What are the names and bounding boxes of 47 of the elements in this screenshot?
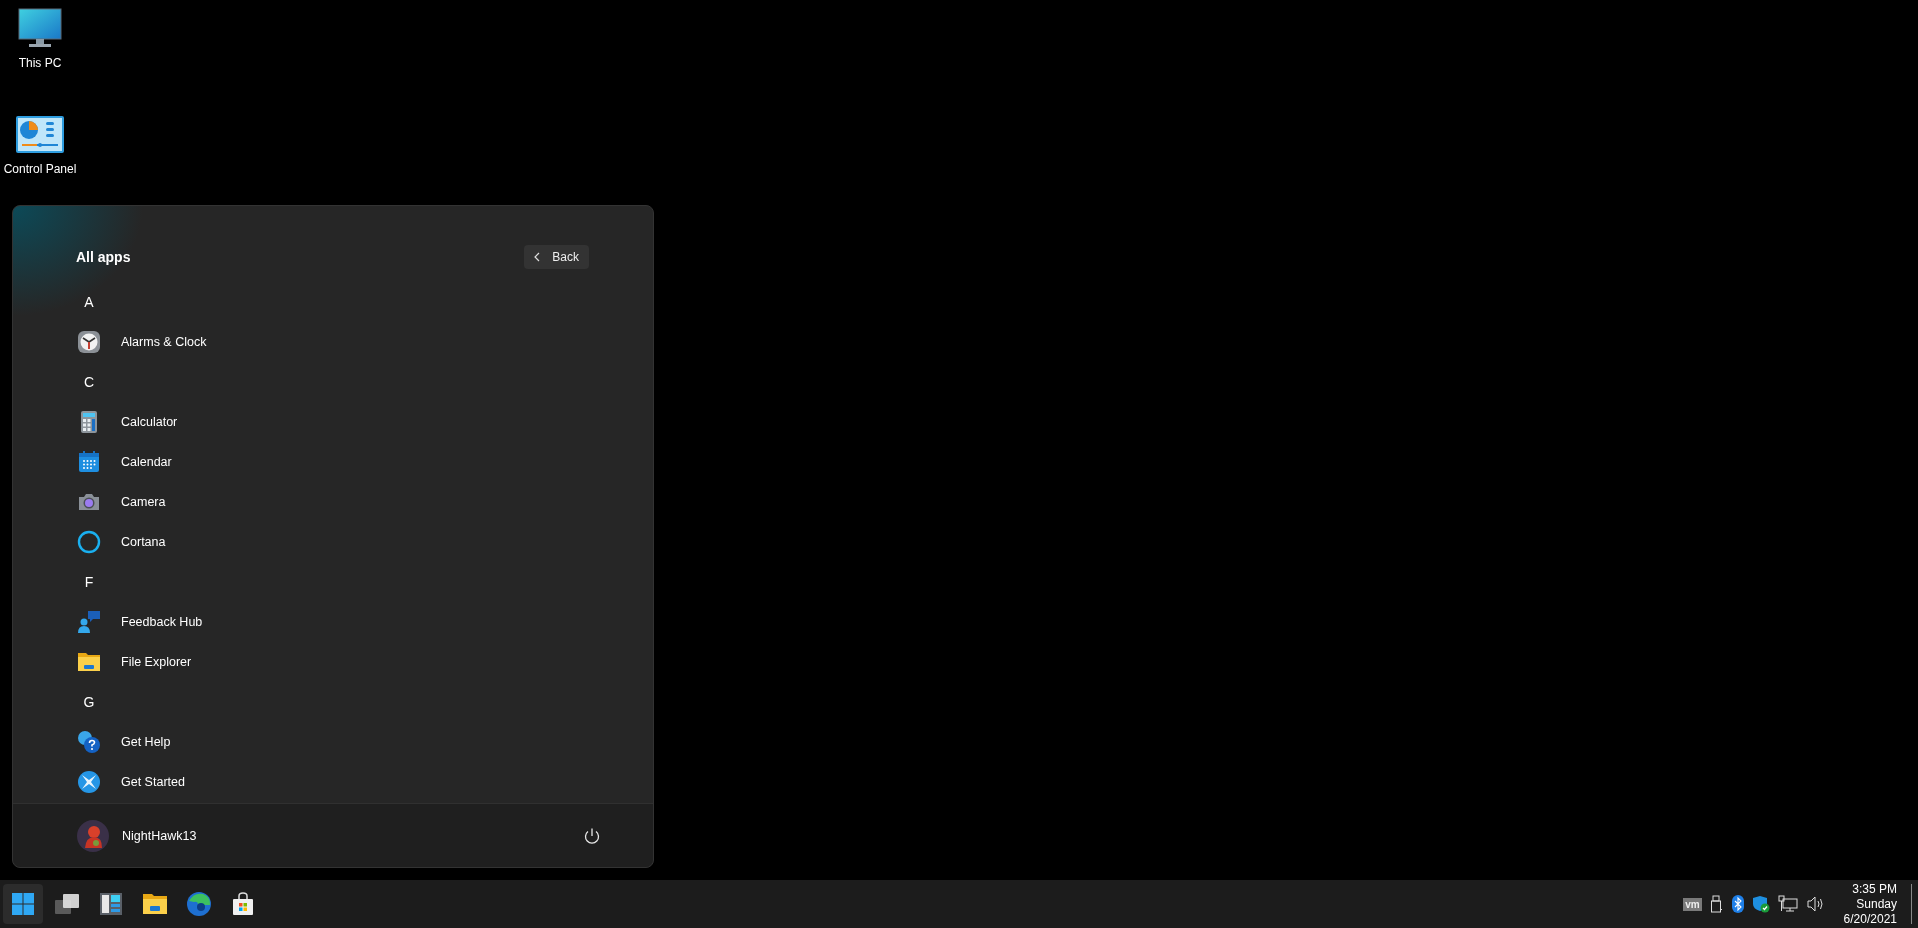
windows-logo-icon (11, 892, 35, 916)
control-panel-icon[interactable] (16, 116, 64, 154)
calendar-icon (77, 450, 101, 474)
clock-icon (77, 330, 101, 354)
shield-check-icon[interactable] (1751, 895, 1770, 913)
app-name[interactable]: File Explorer (121, 655, 192, 669)
chevron-left-icon (534, 252, 541, 262)
speaker-icon[interactable] (1805, 895, 1826, 913)
user-name[interactable]: NightHawk13 (122, 828, 197, 843)
desktop-icon-label[interactable]: Control Panel (3, 162, 77, 176)
shopping-bag-icon[interactable] (231, 892, 255, 916)
show-desktop-button[interactable] (1911, 884, 1914, 924)
network-monitor-icon[interactable] (1777, 895, 1798, 913)
monitor-icon[interactable] (18, 8, 62, 48)
people-chat-icon (77, 610, 101, 634)
desktop-icon-label[interactable]: This PC (18, 56, 62, 70)
question-bubble-icon (77, 730, 101, 754)
bluetooth-icon[interactable] (1731, 895, 1744, 913)
folder-icon (77, 650, 101, 674)
usb-drive-icon[interactable] (1709, 895, 1724, 913)
app-name[interactable]: Get Started (121, 775, 185, 789)
letter-heading[interactable]: C (77, 374, 101, 390)
widgets-icon[interactable] (99, 892, 123, 916)
app-name[interactable]: Alarms & Clock (121, 335, 207, 349)
clock-date[interactable]: 6/20/2021 (1843, 911, 1897, 927)
app-name[interactable]: Get Help (121, 735, 171, 749)
app-name[interactable]: Calendar (121, 455, 172, 469)
app-name[interactable]: Calculator (121, 415, 178, 429)
letter-heading[interactable]: G (77, 694, 101, 710)
vm-tray-icon[interactable]: vm (1683, 897, 1702, 911)
clock-time[interactable]: 3:35 PM (1852, 881, 1897, 897)
compass-icon (77, 770, 101, 794)
folder-icon[interactable] (142, 892, 168, 916)
back-button[interactable]: Back (524, 245, 589, 269)
app-name[interactable]: Feedback Hub (121, 615, 203, 629)
app-name[interactable]: Cortana (121, 535, 166, 549)
clock-day[interactable]: Sunday (1856, 896, 1897, 912)
letter-heading[interactable]: F (77, 574, 101, 590)
circle-icon (77, 530, 101, 554)
avatar-icon[interactable] (77, 819, 109, 852)
app-name[interactable]: Camera (121, 495, 166, 509)
browser-swirl-icon[interactable] (186, 891, 212, 917)
power-icon[interactable] (583, 826, 601, 845)
all-apps-title: All apps (76, 249, 131, 265)
start-button[interactable] (3, 884, 43, 924)
letter-heading[interactable]: A (77, 294, 101, 310)
task-view-icon[interactable] (54, 892, 80, 916)
